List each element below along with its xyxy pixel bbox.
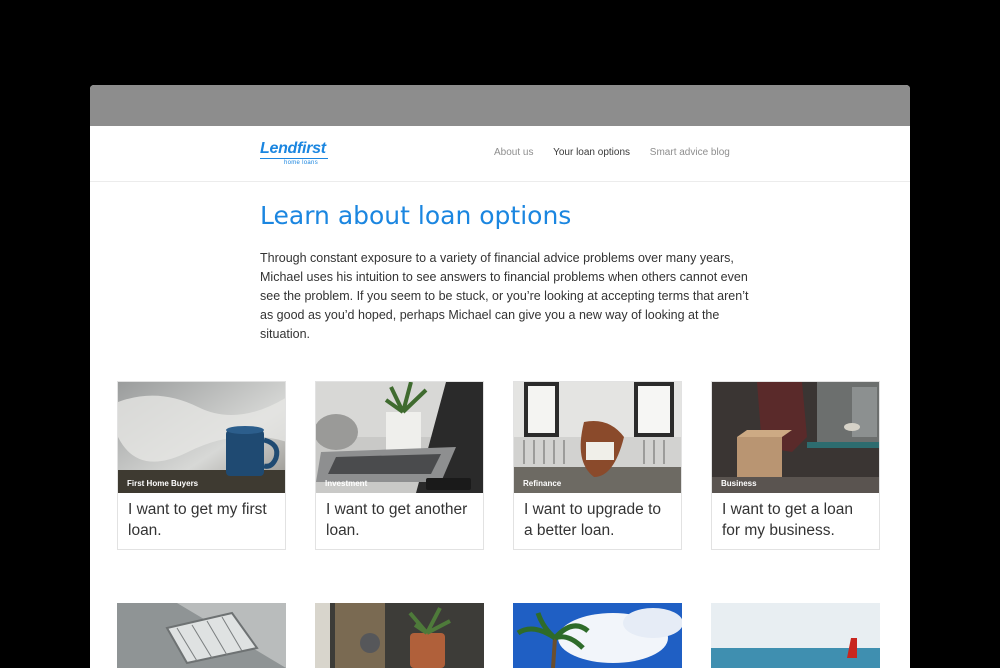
loan-card-first-home[interactable]: First Home Buyers I want to get my first… (117, 381, 286, 550)
card-text: I want to get a loan for my business. (722, 501, 853, 539)
main-nav: About us Your loan options Smart advice … (494, 147, 747, 158)
potted-plants-photo (315, 603, 484, 668)
card-image-coffee-mug: First Home Buyers (118, 382, 285, 493)
brand-logo[interactable]: Lendfirst home loans (260, 140, 332, 168)
browser-titlebar (90, 85, 910, 126)
coffee-mug-photo (118, 382, 285, 493)
nav-about-us[interactable]: About us (494, 147, 533, 158)
loan-card-investment[interactable]: Investment I want to get another loan. (315, 381, 484, 550)
wire-basket-photo (117, 603, 286, 668)
intro-paragraph: Through constant exposure to a variety o… (260, 251, 749, 341)
nav-advice-blog[interactable]: Smart advice blog (650, 147, 730, 158)
loan-card-refinance[interactable]: Refinance I want to upgrade to a better … (513, 381, 682, 550)
card-text: I want to get another loan. (326, 501, 468, 539)
browser-window: Lendfirst home loans About us Your loan … (90, 85, 910, 668)
page-title: Learn about loan options (260, 201, 572, 230)
sea-sailboat-photo (711, 603, 880, 668)
loan-card-image-palm[interactable] (513, 603, 682, 668)
card-tag: Business (721, 479, 757, 488)
card-image-box: Business (712, 382, 879, 493)
laptop-photo (316, 382, 483, 493)
card-tag: First Home Buyers (127, 479, 199, 488)
loan-card-image-plants[interactable] (315, 603, 484, 668)
brand-name: Lendfirst (260, 140, 326, 157)
card-text: I want to upgrade to a better loan. (524, 501, 662, 539)
logo-underline (260, 158, 328, 159)
card-tag: Investment (325, 479, 368, 488)
brand-tagline: home loans (283, 160, 318, 166)
card-tag: Refinance (523, 479, 562, 488)
cardboard-box-photo (712, 382, 879, 493)
site-header: Lendfirst home loans About us Your loan … (90, 126, 910, 182)
card-image-chair: Refinance (514, 382, 681, 493)
card-image-laptop: Investment (316, 382, 483, 493)
card-text: I want to get my first loan. (128, 501, 267, 539)
butterfly-chair-photo (514, 382, 681, 493)
loan-card-business[interactable]: Business I want to get a loan for my bus… (711, 381, 880, 550)
loan-card-image-basket[interactable] (117, 603, 286, 668)
loan-card-image-sea[interactable] (711, 603, 880, 668)
palm-sky-photo (513, 603, 682, 668)
nav-loan-options[interactable]: Your loan options (553, 147, 630, 158)
